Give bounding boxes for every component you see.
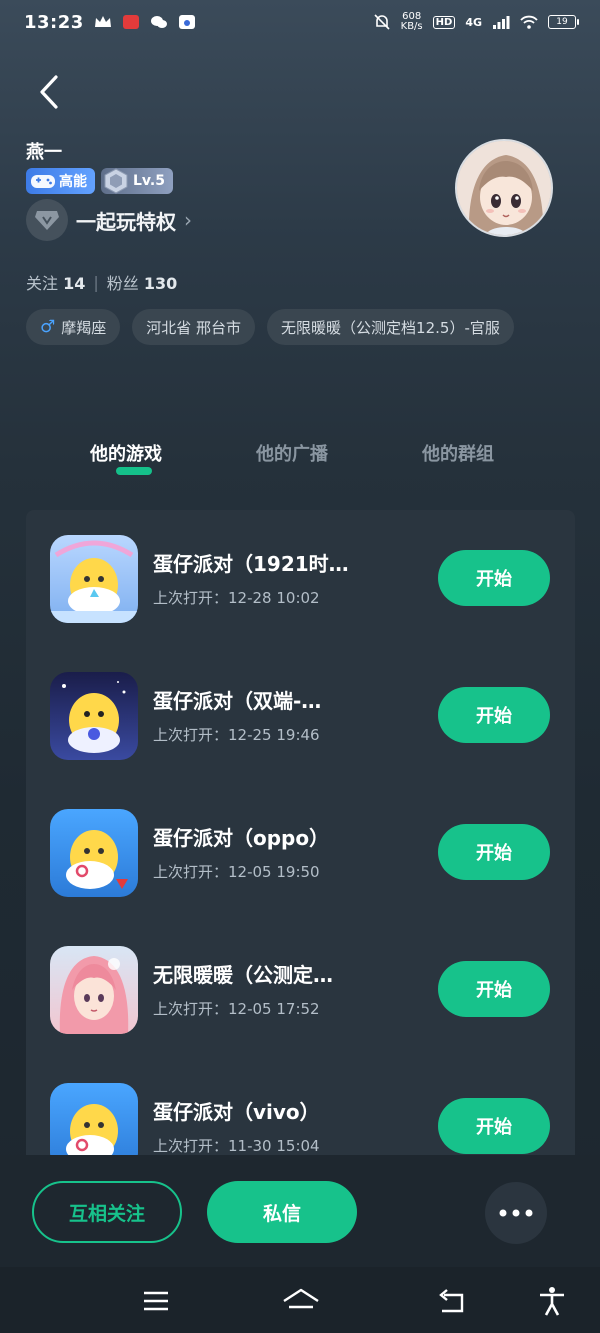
male-gender-icon: ♂ — [40, 317, 56, 337]
back-arrow-icon[interactable] — [30, 72, 70, 112]
following-count: 14 — [63, 274, 86, 293]
zodiac-tag-label: 摩羯座 — [61, 318, 107, 337]
wechat-icon — [150, 16, 167, 28]
game-last-opened: 上次打开：11-30 15:04 — [153, 1137, 320, 1155]
profile-tabs: 他的游戏 他的广播 他的群组 — [0, 440, 600, 480]
anime-girl-avatar-image — [457, 141, 551, 235]
back-nav-icon[interactable] — [436, 1285, 468, 1317]
profile-screen: 13:23 608 KB/s HD 4G 19 燕一 高能 Lv.5 一起玩特权… — [0, 0, 600, 1333]
direct-message-button[interactable]: 私信 — [207, 1181, 357, 1243]
game-row[interactable]: 蛋仔派对（双端-… 上次打开：12-25 19:46 开始 — [26, 647, 575, 760]
privilege-diamond-icon — [26, 199, 68, 241]
profile-action-bar: 互相关注 私信 — [0, 1155, 600, 1267]
game-title: 蛋仔派对（vivo） — [153, 1100, 320, 1124]
zodiac-tag: ♂ 摩羯座 — [26, 309, 121, 345]
profile-tags: ♂ 摩羯座 河北省 邢台市 无限暖暖（公测定档12.5）-官服 — [26, 309, 586, 345]
wifi-icon — [520, 15, 538, 29]
start-game-button[interactable]: 开始 — [438, 961, 550, 1017]
location-tag-label: 河北省 邢台市 — [146, 318, 242, 337]
hd-icon: HD — [432, 15, 456, 29]
gamer-badge[interactable]: 高能 — [26, 168, 95, 194]
status-bar: 13:23 608 KB/s HD 4G 19 — [0, 0, 600, 44]
level-badge-label: Lv.5 — [133, 173, 165, 189]
eggy-party-icon — [50, 809, 138, 897]
menu-lines-icon[interactable] — [140, 1285, 172, 1317]
signal-bars-icon — [493, 16, 510, 29]
active-tab-indicator — [116, 467, 152, 475]
status-time: 13:23 — [24, 11, 84, 33]
eggy-party-icon — [50, 672, 138, 760]
eggy-party-icon — [50, 535, 138, 623]
game-icon — [50, 672, 138, 760]
game-last-opened: 上次打开：12-25 19:46 — [153, 726, 320, 744]
game-last-opened: 上次打开：12-28 10:02 — [153, 589, 320, 607]
stats-divider: | — [93, 272, 99, 292]
game-row[interactable]: 蛋仔派对（1921时… 上次打开：12-28 10:02 开始 — [26, 510, 575, 623]
baidu-icon — [178, 15, 195, 29]
game-icon — [50, 535, 138, 623]
tab-his-broadcasts[interactable]: 他的广播 — [256, 440, 328, 466]
privilege-label: 一起玩特权 — [76, 209, 176, 234]
fans-label: 粉丝 — [106, 274, 139, 293]
game-title: 蛋仔派对（oppo） — [153, 826, 330, 850]
following-label: 关注 — [26, 274, 59, 293]
start-game-button[interactable]: 开始 — [438, 687, 550, 743]
tab-his-games[interactable]: 他的游戏 — [90, 440, 162, 466]
game-last-opened: 上次打开：12-05 17:52 — [153, 1000, 320, 1018]
system-nav-bar — [0, 1267, 600, 1333]
fans-count: 130 — [143, 274, 178, 293]
user-badges: 高能 Lv.5 — [26, 168, 173, 194]
tab-his-groups[interactable]: 他的群组 — [422, 440, 494, 466]
game-row[interactable]: 蛋仔派对（vivo） 上次打开：11-30 15:04 开始 — [26, 1058, 575, 1171]
more-options-button[interactable] — [485, 1182, 547, 1244]
battery-icon: 19 — [548, 15, 579, 29]
privilege-link[interactable]: 一起玩特权 › — [26, 199, 192, 241]
location-tag: 河北省 邢台市 — [132, 309, 256, 345]
net-speed-unit: KB/s — [400, 21, 423, 32]
start-game-button[interactable]: 开始 — [438, 550, 550, 606]
infinity-nikki-icon — [50, 946, 138, 1034]
gamer-badge-label: 高能 — [59, 174, 87, 190]
game-list: 蛋仔派对（1921时… 上次打开：12-28 10:02 开始 蛋仔派对（双端-… — [26, 510, 575, 1210]
more-dots-icon — [499, 1209, 533, 1217]
start-game-button[interactable]: 开始 — [438, 1098, 550, 1154]
game-title: 蛋仔派对（1921时… — [153, 552, 349, 576]
game-icon — [50, 809, 138, 897]
mute-bell-icon — [374, 14, 390, 30]
net-speed: 608 KB/s — [401, 12, 423, 32]
accessibility-icon[interactable] — [536, 1285, 568, 1317]
game-server-tag-label: 无限暖暖（公测定档12.5）-官服 — [281, 318, 500, 337]
game-server-tag[interactable]: 无限暖暖（公测定档12.5）-官服 — [267, 309, 514, 345]
username: 燕一 — [26, 142, 62, 163]
game-row[interactable]: 无限暖暖（公测定… 上次打开：12-05 17:52 开始 — [26, 921, 575, 1034]
app-notification-icon — [122, 15, 139, 29]
game-row[interactable]: 蛋仔派对（oppo） 上次打开：12-05 19:50 开始 — [26, 784, 575, 897]
mutual-follow-button[interactable]: 互相关注 — [32, 1181, 182, 1243]
home-icon[interactable] — [282, 1285, 320, 1317]
follow-stats: 关注 14 | 粉丝 130 — [26, 270, 177, 294]
crown-icon — [94, 16, 111, 27]
game-title: 蛋仔派对（双端-… — [153, 689, 322, 713]
game-title: 无限暖暖（公测定… — [153, 963, 333, 987]
start-game-button[interactable]: 开始 — [438, 824, 550, 880]
game-last-opened: 上次打开：12-05 19:50 — [153, 863, 320, 881]
gamepad-icon — [31, 175, 55, 188]
chevron-right-icon: › — [184, 208, 192, 232]
game-icon — [50, 946, 138, 1034]
level-shield-icon — [104, 168, 128, 194]
level-badge[interactable]: Lv.5 — [101, 168, 173, 194]
signal-label: 4G — [465, 15, 482, 29]
fans-stat[interactable]: 粉丝 130 — [107, 270, 178, 294]
following-stat[interactable]: 关注 14 — [26, 270, 85, 294]
avatar[interactable] — [455, 139, 553, 237]
